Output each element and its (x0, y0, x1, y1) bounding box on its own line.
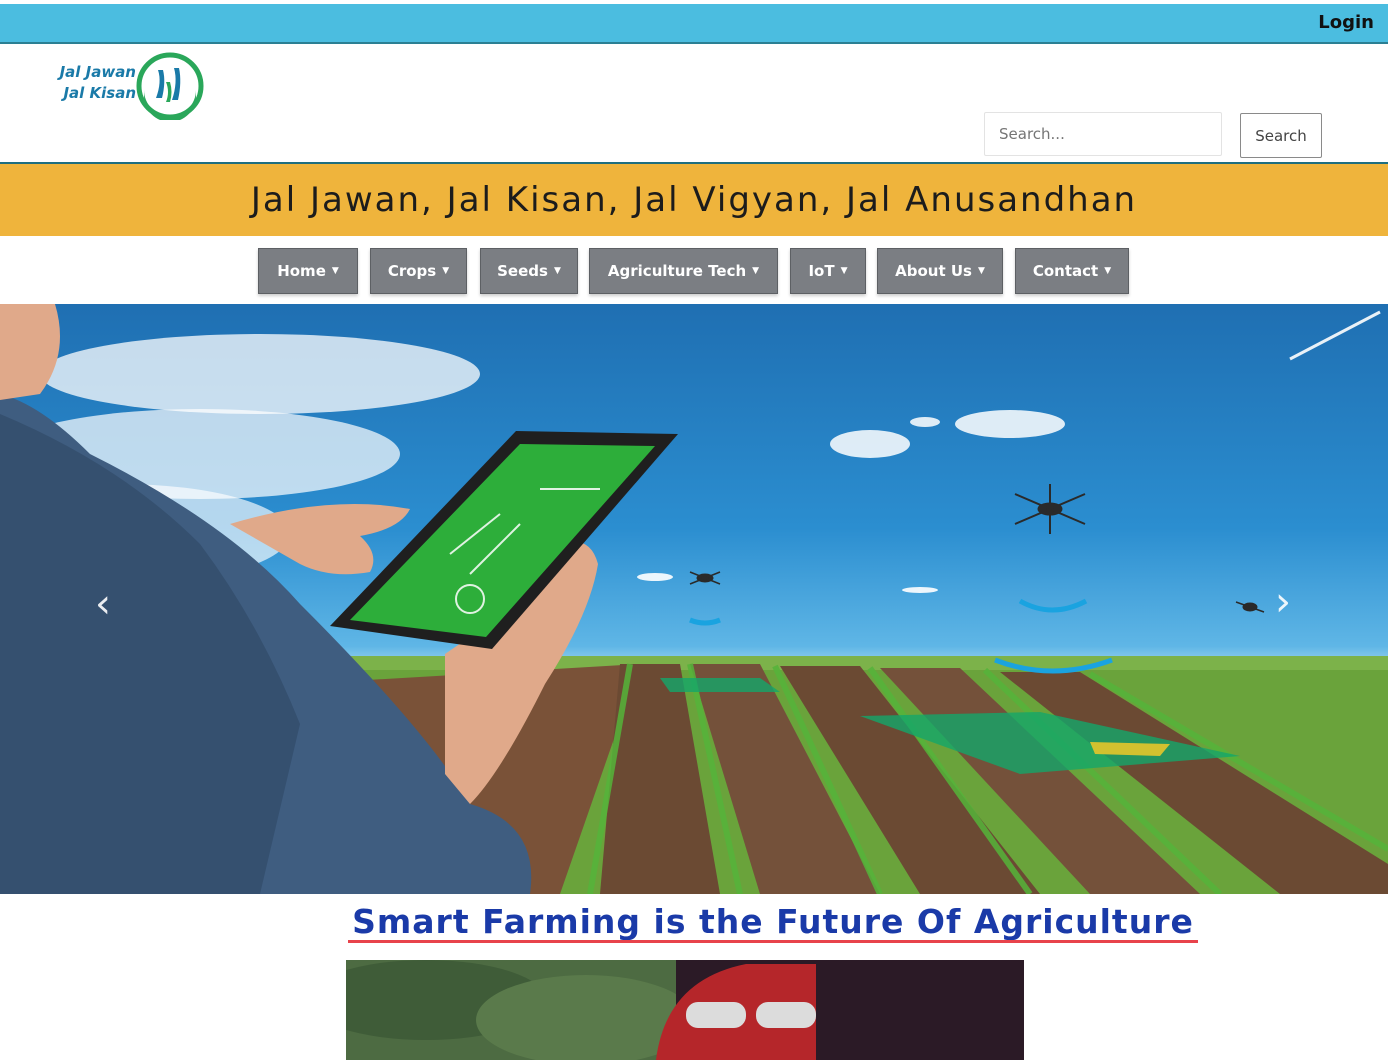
site-logo-icon[interactable] (136, 52, 204, 120)
nav-item-label: IoT (808, 262, 835, 280)
feature-heading: Smart Farming is the Future Of Agricultu… (352, 902, 1194, 941)
chevron-left-icon[interactable]: ‹ (88, 584, 118, 624)
hero-smart-farming-image (0, 304, 1388, 894)
caret-down-icon: ▼ (553, 266, 561, 276)
nav-item-label: Agriculture Tech (607, 262, 747, 280)
hero-carousel[interactable]: ‹ › (0, 304, 1388, 894)
nav-item-label: Crops (387, 262, 437, 280)
caret-down-icon: ▼ (977, 266, 985, 276)
nav-item-label: Seeds (497, 262, 548, 280)
site-header: Jal Jawan Jal Kisan Search (0, 44, 1388, 160)
nav-item-label: Contact (1032, 262, 1099, 280)
caret-down-icon: ▼ (1104, 266, 1112, 276)
login-link[interactable]: Login (1318, 12, 1374, 33)
slogan-banner: Jal Jawan, Jal Kisan, Jal Vigyan, Jal An… (0, 162, 1388, 236)
caret-down-icon: ▼ (752, 266, 760, 276)
search-button[interactable]: Search (1240, 113, 1322, 158)
chevron-right-icon[interactable]: › (1268, 582, 1298, 622)
nav-item-about-us[interactable]: About Us ▼ (877, 248, 1003, 294)
main-nav: Home ▼ Crops ▼ Seeds ▼ Agriculture Tech … (0, 248, 1388, 294)
nav-item-agriculture-tech[interactable]: Agriculture Tech ▼ (589, 248, 778, 294)
logo-line-2: Jal Kisan (63, 84, 136, 102)
caret-down-icon: ▼ (331, 266, 339, 276)
feature-image-graphic (346, 960, 1024, 1060)
feature-image[interactable] (346, 960, 1024, 1060)
nav-item-label: About Us (895, 262, 972, 280)
nav-item-home[interactable]: Home ▼ (258, 248, 358, 294)
logo-line-1: Jal Jawan (59, 63, 136, 81)
nav-item-iot[interactable]: IoT ▼ (790, 248, 866, 294)
nav-item-contact[interactable]: Contact ▼ (1015, 248, 1129, 294)
feature-heading-underline (348, 940, 1198, 943)
caret-down-icon: ▼ (840, 266, 848, 276)
caret-down-icon: ▼ (442, 266, 450, 276)
nav-item-crops[interactable]: Crops ▼ (370, 248, 467, 294)
top-bar: Login (0, 4, 1388, 44)
slogan-text: Jal Jawan, Jal Kisan, Jal Vigyan, Jal An… (250, 180, 1138, 220)
search-input[interactable] (984, 112, 1222, 156)
nav-item-seeds[interactable]: Seeds ▼ (480, 248, 578, 294)
site-logo-text[interactable]: Jal Jawan Jal Kisan (4, 62, 136, 104)
nav-item-label: Home (277, 262, 326, 280)
